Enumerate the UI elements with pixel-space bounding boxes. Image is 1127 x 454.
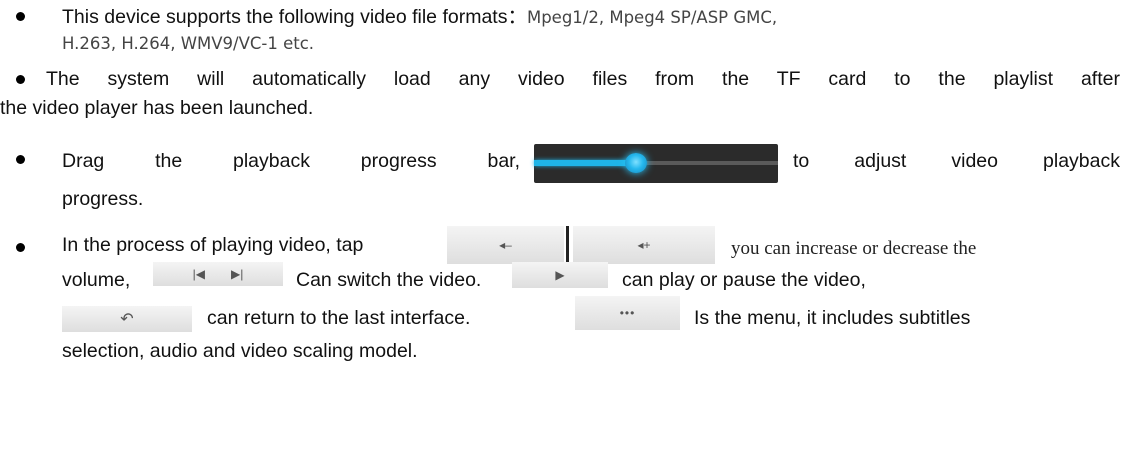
- formats-list-part2: H.263, H.264, WMV9/VC-1 etc.: [62, 34, 315, 53]
- prev-next-icons: |◀ ▶|: [153, 262, 283, 286]
- switch-video-text: Can switch the video.: [296, 269, 482, 291]
- next-icon: ▶|: [231, 267, 244, 281]
- previous-icon: |◀: [192, 267, 205, 281]
- play-icon: ▶: [512, 262, 608, 288]
- formats-list-part1: Mpeg1/2, Mpeg4 SP/ASP GMC,: [526, 8, 778, 27]
- formats-text-line1: This device supports the following video…: [62, 5, 777, 30]
- volume-down-icon: ◂–: [447, 226, 564, 264]
- bullet-dot: [16, 155, 25, 164]
- progress-word: progress.: [62, 188, 144, 210]
- back-icon: ↶: [62, 306, 192, 332]
- return-text: can return to the last interface.: [207, 307, 471, 329]
- progress-bar-image: [534, 144, 778, 183]
- bullet-dot: [16, 75, 25, 84]
- volume-word: volume,: [62, 269, 131, 291]
- formats-intro: This device supports the following video…: [62, 6, 527, 28]
- menu-icon: •••: [575, 296, 680, 330]
- autoload-text-line1: The system will automatically load any v…: [46, 68, 1120, 90]
- autoload-text-line2: the video player has been launched.: [0, 97, 314, 119]
- bullet-dot: [16, 243, 25, 252]
- document-page: This device supports the following video…: [0, 0, 1127, 454]
- play-pause-text: can play or pause the video,: [622, 269, 866, 291]
- drag-progress-text: Drag the playback progress bar,: [62, 150, 520, 172]
- menu-text-line2: selection, audio and video scaling model…: [62, 340, 418, 362]
- tap-text: In the process of playing video, tap: [62, 234, 364, 256]
- menu-text: Is the menu, it includes subtitles: [694, 307, 971, 329]
- progress-thumb: [625, 153, 647, 173]
- adjust-progress-text: to adjust video playback: [793, 150, 1120, 172]
- bullet-dot: [16, 12, 25, 21]
- progress-fill: [534, 160, 636, 166]
- volume-up-icon: ◂+: [573, 226, 715, 264]
- volume-text: you can increase or decrease the: [731, 238, 977, 259]
